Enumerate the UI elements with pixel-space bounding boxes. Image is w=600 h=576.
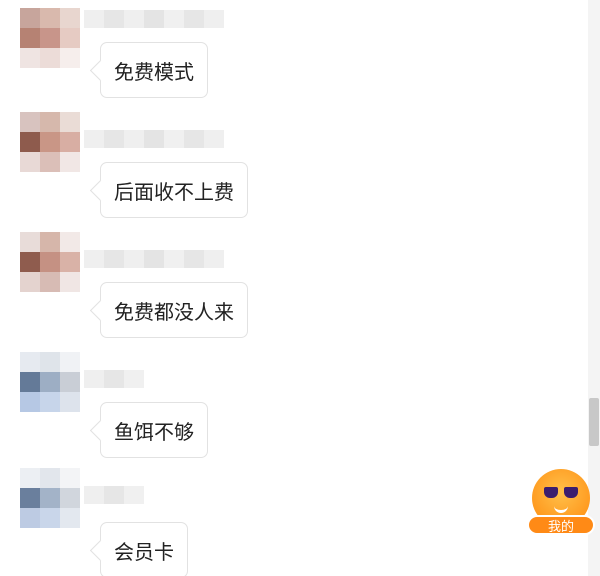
scrollbar-thumb[interactable] — [589, 398, 599, 446]
avatar[interactable] — [20, 352, 80, 412]
chat-message: 后面收不上费 — [0, 112, 586, 235]
avatar[interactable] — [20, 468, 80, 528]
my-profile-button[interactable]: 我的 — [527, 469, 595, 539]
message-bubble[interactable]: 免费模式 — [100, 42, 208, 98]
chat-message-list[interactable]: 免费模式 后面收不上费 免费都没人来 鱼饵不够 会员卡 — [0, 0, 586, 576]
message-bubble[interactable]: 免费都没人来 — [100, 282, 248, 338]
message-bubble[interactable]: 后面收不上费 — [100, 162, 248, 218]
sender-name — [84, 250, 224, 268]
message-bubble[interactable]: 鱼饵不够 — [100, 402, 208, 458]
avatar[interactable] — [20, 8, 80, 68]
sender-name — [84, 10, 224, 28]
chat-message: 会员卡 — [0, 468, 586, 576]
avatar[interactable] — [20, 112, 80, 172]
message-bubble[interactable]: 会员卡 — [100, 522, 188, 576]
chat-message: 免费都没人来 — [0, 232, 586, 355]
sender-name — [84, 486, 144, 504]
chat-message: 鱼饵不够 — [0, 352, 586, 475]
my-profile-label: 我的 — [527, 515, 595, 535]
sender-name — [84, 370, 144, 388]
avatar[interactable] — [20, 232, 80, 292]
chat-message: 免费模式 — [0, 0, 586, 115]
sender-name — [84, 130, 224, 148]
